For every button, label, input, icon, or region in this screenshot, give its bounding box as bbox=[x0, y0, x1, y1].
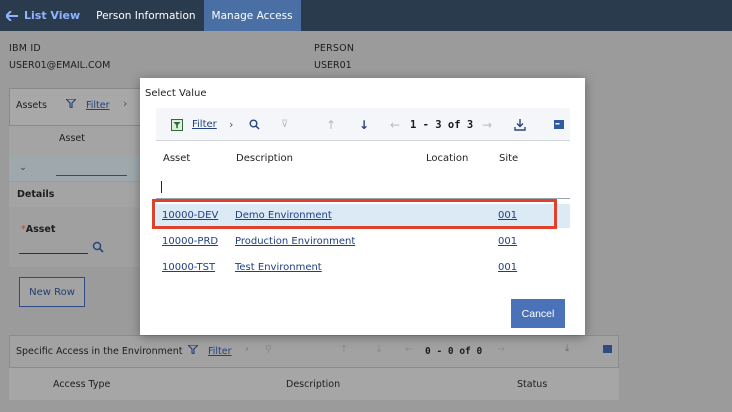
selection-highlight-box bbox=[152, 199, 557, 229]
search-icon: ⚲ bbox=[265, 344, 272, 355]
description-link[interactable]: Test Environment bbox=[235, 262, 322, 273]
ibm-id-label: IBM ID bbox=[9, 43, 41, 54]
next-page-icon: → bbox=[482, 117, 493, 132]
filter-row-input[interactable] bbox=[156, 179, 570, 199]
description-column-label: Description bbox=[286, 379, 341, 390]
person-value: USER01 bbox=[314, 60, 352, 71]
search-icon[interactable] bbox=[92, 241, 104, 253]
cancel-button[interactable]: Cancel bbox=[511, 299, 565, 328]
chevron-right-icon: › bbox=[245, 344, 249, 355]
filter-icon[interactable] bbox=[66, 99, 76, 108]
assets-tab-label[interactable]: Assets bbox=[16, 100, 47, 111]
assets-filter-link[interactable]: Filter bbox=[86, 100, 110, 111]
table-settings-icon-wrap[interactable] bbox=[554, 108, 564, 141]
chevron-right-icon: › bbox=[123, 97, 128, 110]
arrow-down-icon[interactable]: ↓ bbox=[359, 108, 369, 141]
filter-icon[interactable] bbox=[171, 118, 183, 131]
tab-manage-access[interactable]: Manage Access bbox=[203, 0, 301, 31]
location-column-header: Location bbox=[426, 153, 469, 164]
dialog-toolbar: Filter › ⊽ ↑ ↓ ← 1 - 3 of 3 → bbox=[156, 108, 570, 141]
table-row[interactable]: 10000-TST Test Environment 001 bbox=[156, 256, 570, 280]
asset-field-label-wrap: *Asset bbox=[21, 224, 55, 235]
top-nav-bar: List View Person Information Manage Acce… bbox=[0, 0, 732, 31]
asset-input[interactable] bbox=[19, 253, 88, 254]
dialog-filter-link[interactable]: Filter bbox=[192, 108, 217, 141]
chevron-down-icon[interactable]: ⌄ bbox=[19, 162, 27, 173]
asset-row-underline bbox=[56, 175, 127, 176]
details-body bbox=[9, 207, 144, 267]
specific-access-filter-link[interactable]: Filter bbox=[208, 346, 232, 357]
arrow-up-icon: ↑ bbox=[326, 117, 337, 132]
asset-link[interactable]: 10000-TST bbox=[162, 262, 215, 273]
details-label: Details bbox=[17, 189, 55, 200]
table-settings-icon[interactable] bbox=[554, 120, 564, 129]
chevron-right-icon: › bbox=[229, 118, 234, 131]
tab-person-information-label: Person Information bbox=[96, 9, 196, 22]
site-link[interactable]: 001 bbox=[498, 262, 517, 273]
dialog-pagination: 1 - 3 of 3 bbox=[410, 118, 474, 131]
download-icon[interactable]: ⤓ bbox=[565, 343, 569, 354]
previous-page-icon: ← bbox=[390, 117, 401, 132]
asset-row[interactable] bbox=[9, 156, 144, 181]
text-cursor bbox=[161, 181, 162, 193]
arrow-up-icon: ↑ bbox=[340, 344, 348, 355]
status-column-label: Status bbox=[517, 379, 548, 390]
asset-column-label: Asset bbox=[59, 133, 85, 144]
access-type-column-label: Access Type bbox=[53, 379, 111, 390]
specific-access-title: Specific Access in the Environment bbox=[16, 346, 183, 357]
search-icon[interactable] bbox=[249, 119, 260, 130]
site-column-header: Site bbox=[499, 153, 519, 164]
filter-icon[interactable] bbox=[188, 345, 198, 354]
new-row-button[interactable]: New Row bbox=[19, 277, 85, 307]
list-view-back-button[interactable]: List View bbox=[0, 0, 88, 31]
arrow-down-icon: ↓ bbox=[375, 344, 383, 355]
description-link[interactable]: Production Environment bbox=[235, 236, 355, 247]
search-icon-wrap[interactable] bbox=[249, 108, 260, 141]
table-row[interactable]: 10000-PRD Production Environment 001 bbox=[156, 230, 570, 254]
dialog-title: Select Value bbox=[145, 88, 207, 99]
asset-field-label: Asset bbox=[25, 224, 56, 235]
description-column-header: Description bbox=[236, 153, 293, 164]
download-icon-wrap[interactable] bbox=[514, 108, 526, 141]
clear-filter-icon: ⊽ bbox=[281, 119, 289, 130]
tab-person-information[interactable]: Person Information bbox=[88, 0, 203, 31]
filter-icon-wrap[interactable] bbox=[171, 108, 183, 141]
table-settings-icon[interactable] bbox=[603, 345, 612, 353]
site-link[interactable]: 001 bbox=[498, 236, 517, 247]
previous-page-icon: ← bbox=[405, 344, 413, 355]
download-icon[interactable] bbox=[514, 118, 526, 131]
list-view-label: List View bbox=[24, 9, 81, 22]
asset-column-header: Asset bbox=[163, 153, 191, 164]
next-page-icon: → bbox=[497, 344, 505, 355]
arrow-left-icon bbox=[6, 10, 18, 21]
tab-manage-access-label: Manage Access bbox=[211, 9, 293, 22]
asset-link[interactable]: 10000-PRD bbox=[162, 236, 218, 247]
ibm-id-value: USER01@EMAIL.COM bbox=[9, 60, 111, 71]
specific-access-pagination: 0 - 0 of 0 bbox=[425, 346, 483, 357]
person-label: PERSON bbox=[314, 43, 355, 54]
